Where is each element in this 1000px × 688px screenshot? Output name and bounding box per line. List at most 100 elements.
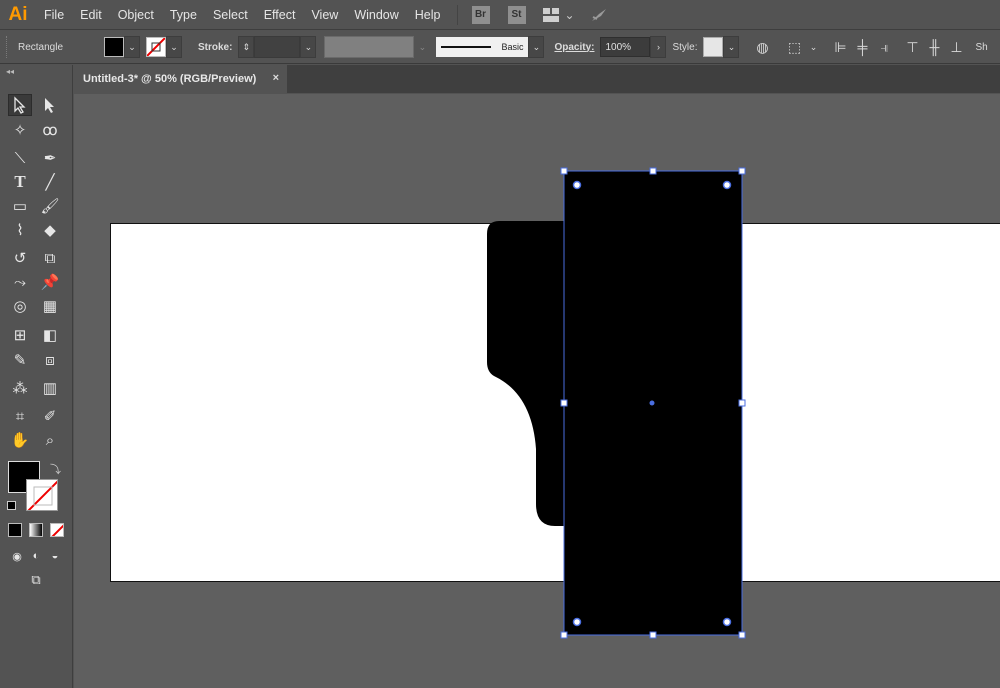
transform-dropdown[interactable]: ⌄ xyxy=(805,36,822,58)
workspace-layout-icon[interactable] xyxy=(538,0,564,30)
graphic-style-dropdown[interactable]: ⌄ xyxy=(723,36,740,58)
menu-help[interactable]: Help xyxy=(407,0,449,30)
menu-select[interactable]: Select xyxy=(205,0,256,30)
variable-width-dropdown[interactable]: ⌄ xyxy=(414,36,431,58)
recolor-artwork-icon[interactable]: ◍ xyxy=(751,36,773,58)
menu-effect[interactable]: Effect xyxy=(256,0,304,30)
swap-fill-stroke-icon[interactable]: ⤵ xyxy=(50,461,61,477)
corner-widget-se[interactable] xyxy=(722,617,732,627)
shape-overflow-label[interactable]: Sh xyxy=(967,42,987,53)
brush-definition[interactable]: Basic xyxy=(436,37,529,57)
draw-inside-icon[interactable]: ◒ xyxy=(43,545,67,567)
document-tab[interactable]: Untitled-3* @ 50% (RGB/Preview) × xyxy=(73,65,287,93)
scale-tool-icon[interactable]: ⧉ xyxy=(38,247,62,269)
artwork-layer xyxy=(487,167,746,639)
graphic-style-swatch[interactable] xyxy=(703,37,724,57)
color-mode-button[interactable] xyxy=(8,523,22,537)
brush-dropdown[interactable]: ⌄ xyxy=(528,36,545,58)
stroke-dropdown[interactable]: ⌄ xyxy=(166,36,182,58)
stock-button[interactable]: St xyxy=(507,5,526,24)
illustrator-window: Ai File Edit Object Type Select Effect V… xyxy=(0,0,1000,688)
shaper-tool-icon[interactable]: ⌇ xyxy=(8,219,32,241)
puppet-warp-tool-icon[interactable]: 📌 xyxy=(38,271,62,293)
menu-file[interactable]: File xyxy=(36,0,72,30)
zoom-tool-icon[interactable]: ⌕ xyxy=(38,429,62,451)
slice-tool-icon[interactable]: ✐ xyxy=(38,405,62,427)
rectangle-tool-icon[interactable]: ▭ xyxy=(8,195,32,217)
resize-handle-nw[interactable] xyxy=(560,167,568,175)
resize-handle-ne[interactable] xyxy=(738,167,746,175)
canvas[interactable] xyxy=(74,94,1000,688)
none-mode-button[interactable] xyxy=(50,523,64,537)
artboard-tool-icon[interactable]: ⌗ xyxy=(8,405,32,427)
align-middle-icon[interactable]: ╫ xyxy=(923,36,945,58)
opacity-input[interactable]: 100% xyxy=(600,37,651,57)
selection-tool-icon[interactable] xyxy=(8,94,32,116)
align-right-icon[interactable]: ⫣ xyxy=(873,36,895,58)
stroke-color-box[interactable] xyxy=(26,479,58,511)
panel-grip[interactable] xyxy=(6,36,10,58)
align-top-icon[interactable]: ⊤ xyxy=(901,36,923,58)
black-bracket-shape[interactable] xyxy=(487,221,564,526)
blend-tool-icon[interactable]: ⧈ xyxy=(38,349,62,371)
menu-edit[interactable]: Edit xyxy=(72,0,110,30)
collapse-panel-icon[interactable]: ◂◂ xyxy=(6,67,14,76)
type-tool-icon[interactable]: T xyxy=(8,171,32,193)
opacity-label[interactable]: Opacity: xyxy=(548,42,600,53)
resize-handle-sw[interactable] xyxy=(560,631,568,639)
stroke-weight-stepper[interactable]: ⇕ xyxy=(238,36,255,58)
corner-widget-sw[interactable] xyxy=(572,617,582,627)
corner-widget-nw[interactable] xyxy=(572,180,582,190)
gpu-rocket-icon[interactable] xyxy=(586,0,612,30)
align-left-icon[interactable]: ⊫ xyxy=(829,36,851,58)
menu-divider xyxy=(456,4,458,25)
variable-width-profile[interactable] xyxy=(324,36,415,58)
fill-dropdown[interactable]: ⌄ xyxy=(124,36,140,58)
direct-selection-tool-icon[interactable] xyxy=(38,94,62,116)
bridge-button[interactable]: Br xyxy=(471,5,490,24)
transform-icon[interactable]: ⬚ xyxy=(783,36,805,58)
resize-handle-se[interactable] xyxy=(738,631,746,639)
mesh-tool-icon[interactable]: ⊞ xyxy=(8,324,32,346)
eyedropper-tool-icon[interactable]: ✎ xyxy=(8,349,32,371)
perspective-grid-tool-icon[interactable]: ▦ xyxy=(38,295,62,317)
resize-handle-n[interactable] xyxy=(649,167,657,175)
lasso-tool-icon[interactable]: ꝏ xyxy=(38,119,62,141)
corner-widget-ne[interactable] xyxy=(722,180,732,190)
menu-type[interactable]: Type xyxy=(162,0,205,30)
resize-handle-e[interactable] xyxy=(738,399,746,407)
chevron-down-icon[interactable]: ⌄ xyxy=(564,0,576,30)
fill-swatch[interactable] xyxy=(104,37,124,57)
resize-handle-s[interactable] xyxy=(649,631,657,639)
symbol-sprayer-tool-icon[interactable]: ⁂ xyxy=(8,377,32,399)
magic-wand-tool-icon[interactable]: ✧ xyxy=(8,119,32,141)
close-icon[interactable]: × xyxy=(273,72,279,84)
opacity-flyout[interactable]: › xyxy=(650,36,667,58)
app-logo: Ai xyxy=(8,3,28,25)
width-tool-icon[interactable]: ⤳ xyxy=(8,271,32,293)
rotate-tool-icon[interactable]: ↺ xyxy=(8,247,32,269)
stroke-swatch[interactable] xyxy=(146,37,166,57)
line-tool-icon[interactable]: ╱ xyxy=(38,171,62,193)
resize-handle-w[interactable] xyxy=(560,399,568,407)
menu-object[interactable]: Object xyxy=(110,0,162,30)
hand-tool-icon[interactable]: ✋ xyxy=(8,429,32,451)
default-fill-stroke-icon[interactable] xyxy=(7,501,16,510)
menu-view[interactable]: View xyxy=(303,0,346,30)
screen-mode-icon[interactable]: ⧉ xyxy=(24,569,48,591)
align-bottom-icon[interactable]: ⊥ xyxy=(945,36,967,58)
eraser-tool-icon[interactable]: ◆ xyxy=(38,219,62,241)
pen-tool-icon[interactable]: ✒ xyxy=(38,147,62,169)
column-graph-tool-icon[interactable]: ▥ xyxy=(38,377,62,399)
gradient-mode-button[interactable] xyxy=(29,523,43,537)
paintbrush-tool-icon[interactable]: 🖌 xyxy=(38,195,62,217)
stroke-weight-input[interactable] xyxy=(254,36,301,58)
gradient-tool-icon[interactable]: ◧ xyxy=(38,324,62,346)
align-center-icon[interactable]: ╪ xyxy=(851,36,873,58)
shape-builder-tool-icon[interactable]: ◎ xyxy=(8,295,32,317)
stroke-weight-dropdown[interactable]: ⌄ xyxy=(300,36,317,58)
menu-bar: Ai File Edit Object Type Select Effect V… xyxy=(0,0,1000,30)
document-tab-title: Untitled-3* @ 50% (RGB/Preview) xyxy=(83,73,257,85)
line-segment-tool-icon[interactable]: ⟍ xyxy=(8,147,32,169)
menu-window[interactable]: Window xyxy=(346,0,406,30)
